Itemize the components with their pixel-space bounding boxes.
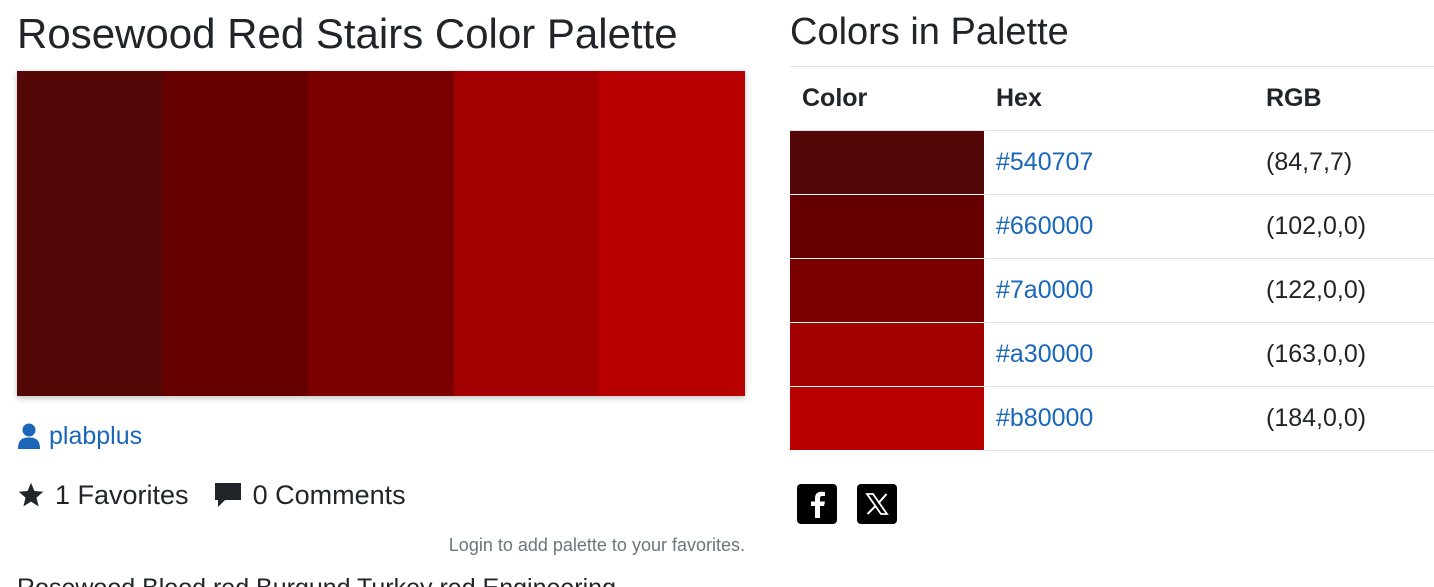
rgb-cell: (163,0,0) xyxy=(1254,322,1434,387)
palette-swatch[interactable] xyxy=(308,71,454,396)
color-cell xyxy=(790,386,984,451)
color-cell xyxy=(790,258,984,323)
comment-icon xyxy=(213,481,243,509)
color-swatch xyxy=(790,323,984,386)
palette-swatch[interactable] xyxy=(453,71,600,396)
hex-cell: #a30000 xyxy=(984,322,1254,387)
comments-stat: 0 Comments xyxy=(213,478,406,512)
table-header-row: Color Hex RGB xyxy=(790,66,1434,131)
table-row: #b80000 (184,0,0) xyxy=(790,386,1434,451)
rgb-value: (163,0,0) xyxy=(1266,340,1367,368)
facebook-icon xyxy=(805,490,829,518)
x-twitter-icon xyxy=(865,492,889,516)
hex-link[interactable]: #660000 xyxy=(996,212,1093,240)
palette-preview[interactable] xyxy=(17,71,745,396)
table-row: #7a0000 (122,0,0) xyxy=(790,258,1434,323)
rgb-cell: (102,0,0) xyxy=(1254,194,1434,259)
hex-link[interactable]: #b80000 xyxy=(996,404,1093,432)
hex-link[interactable]: #a30000 xyxy=(996,340,1093,368)
hex-cell: #540707 xyxy=(984,130,1254,195)
color-swatch xyxy=(790,131,984,194)
header-color: Color xyxy=(790,66,984,131)
color-cell xyxy=(790,194,984,259)
header-rgb: RGB xyxy=(1254,66,1434,131)
rgb-cell: (184,0,0) xyxy=(1254,386,1434,451)
hex-link[interactable]: #7a0000 xyxy=(996,276,1093,304)
colors-table: Color Hex RGB #540707 (84,7,7) #660000 (… xyxy=(790,66,1434,451)
page-title: Rosewood Red Stairs Color Palette xyxy=(17,10,678,57)
favorites-stat: 1 Favorites xyxy=(17,478,189,512)
palette-swatch[interactable] xyxy=(599,71,745,396)
color-swatch xyxy=(790,195,984,258)
table-row: #540707 (84,7,7) xyxy=(790,130,1434,195)
color-swatch xyxy=(790,387,984,450)
hex-cell: #7a0000 xyxy=(984,258,1254,323)
rgb-value: (102,0,0) xyxy=(1266,212,1367,240)
favorites-count: 1 Favorites xyxy=(55,480,189,510)
rgb-cell: (122,0,0) xyxy=(1254,258,1434,323)
color-cell xyxy=(790,322,984,387)
x-share-button[interactable] xyxy=(857,484,897,524)
rgb-value: (122,0,0) xyxy=(1266,276,1367,304)
tags-row[interactable]: Rosewood Blood red Burgund Turkey red En… xyxy=(17,572,616,587)
facebook-share-button[interactable] xyxy=(797,484,837,524)
rgb-value: (84,7,7) xyxy=(1266,148,1353,176)
page: Rosewood Red Stairs Color Palette plabpl… xyxy=(0,0,1434,587)
comments-count: 0 Comments xyxy=(252,480,406,510)
table-row: #a30000 (163,0,0) xyxy=(790,322,1434,387)
star-icon xyxy=(17,481,45,509)
section-title: Colors in Palette xyxy=(790,11,1069,53)
color-swatch xyxy=(790,259,984,322)
header-hex: Hex xyxy=(984,66,1254,131)
author-link[interactable]: plabplus xyxy=(17,420,142,452)
hex-cell: #660000 xyxy=(984,194,1254,259)
share-row xyxy=(797,484,897,524)
rgb-value: (184,0,0) xyxy=(1266,404,1367,432)
palette-swatch[interactable] xyxy=(17,71,163,396)
author-name[interactable]: plabplus xyxy=(49,420,142,452)
login-note: Login to add palette to your favorites. xyxy=(448,535,745,555)
color-cell xyxy=(790,130,984,195)
hex-cell: #b80000 xyxy=(984,386,1254,451)
palette-swatch[interactable] xyxy=(162,71,309,396)
user-icon xyxy=(17,423,41,449)
rgb-cell: (84,7,7) xyxy=(1254,130,1434,195)
table-row: #660000 (102,0,0) xyxy=(790,194,1434,259)
stats-row: 1 Favorites 0 Comments xyxy=(17,478,406,512)
hex-link[interactable]: #540707 xyxy=(996,148,1093,176)
